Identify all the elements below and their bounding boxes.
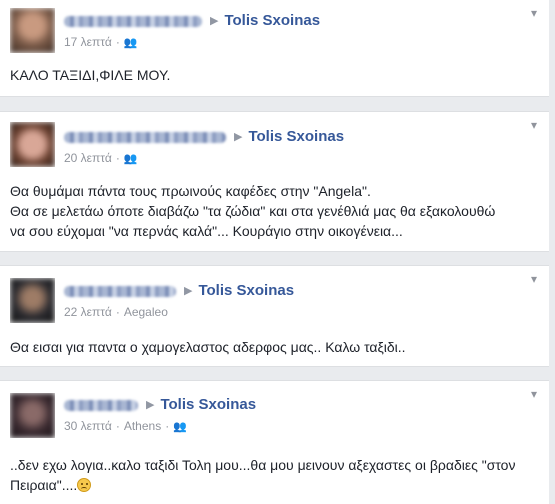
post-meta: 22 λεπτά · Aegaleo: [64, 305, 168, 319]
chevron-down-icon[interactable]: ▾: [531, 6, 537, 20]
location-link[interactable]: Athens: [124, 419, 161, 433]
author-name-redacted[interactable]: [64, 131, 226, 143]
friends-icon[interactable]: 👥: [173, 421, 187, 433]
timestamp-link[interactable]: 30 λεπτά: [64, 419, 112, 433]
location-link[interactable]: Aegaleo: [124, 305, 168, 319]
post-header: ▶ Tolis Sxoinas 17 λεπτά · 👥: [64, 11, 320, 51]
feed-post: ▶ Tolis Sxoinas 20 λεπτά · 👥 ▾ Θα θυμάμαι …: [0, 111, 549, 252]
target-profile-link[interactable]: Tolis Sxoinas: [248, 127, 344, 147]
post-text-line: να σου εύχομαι "να περνάς καλά"... Κουρά…: [10, 223, 403, 239]
post-header: ▶ Tolis Sxoinas 30 λεπτά · Athens · 👥: [64, 395, 256, 435]
chevron-down-icon[interactable]: ▾: [531, 118, 537, 132]
timestamp-link[interactable]: 22 λεπτά: [64, 305, 112, 319]
news-feed: ▶ Tolis Sxoinas 17 λεπτά · 👥 ▾ ΚΑΛΟ ΤΑΞΙΔΙ…: [0, 0, 555, 504]
timestamp-link[interactable]: 17 λεπτά: [64, 35, 112, 49]
post-text-line: Θα σε μελετάω όποτε διαβάζω "τα ζώδια" κ…: [10, 203, 496, 219]
post-text: Θα θυμάμαι πάντα τους πρωινούς καφέδες σ…: [10, 181, 539, 241]
post-text-line: ..δεν εχω λογια..καλο ταξιδι Τολη μου...…: [10, 457, 516, 473]
author-name-redacted[interactable]: [64, 285, 176, 297]
post-text-line: Πειραια"....: [10, 477, 78, 493]
post-text: Θα εισαι για παντα ο χαμογελαστος αδερφο…: [10, 337, 539, 357]
author-name-redacted[interactable]: [64, 399, 138, 411]
timestamp-link[interactable]: 20 λεπτά: [64, 151, 112, 165]
target-profile-link[interactable]: Tolis Sxoinas: [198, 281, 294, 301]
post-text-line: Θα θυμάμαι πάντα τους πρωινούς καφέδες σ…: [10, 183, 371, 199]
post-meta: 20 λεπτά · 👥: [64, 151, 138, 165]
post-text-line: ΚΑΛΟ ΤΑΞΙΔΙ,ΦΙΛΕ ΜΟΥ.: [10, 67, 171, 83]
post-text: ΚΑΛΟ ΤΑΞΙΔΙ,ΦΙΛΕ ΜΟΥ.: [10, 65, 539, 85]
avatar[interactable]: [10, 8, 55, 53]
feed-post: ▶ Tolis Sxoinas 30 λεπτά · Athens · 👥 ▾ ..δε…: [0, 380, 549, 504]
post-header: ▶ Tolis Sxoinas 22 λεπτά · Aegaleo: [64, 281, 294, 321]
arrow-right-icon: ▶: [146, 399, 155, 411]
post-header: ▶ Tolis Sxoinas 20 λεπτά · 👥: [64, 127, 344, 167]
feed-post: ▶ Tolis Sxoinas 22 λεπτά · Aegaleo ▾ Θα ει…: [0, 265, 549, 367]
arrow-right-icon: ▶: [234, 131, 243, 143]
friends-icon[interactable]: 👥: [124, 37, 138, 49]
post-text-line: Θα εισαι για παντα ο χαμογελαστος αδερφο…: [10, 339, 406, 355]
post-meta: 17 λεπτά · 👥: [64, 35, 138, 49]
avatar[interactable]: [10, 393, 55, 438]
friends-icon[interactable]: 👥: [124, 153, 138, 165]
post-meta: 30 λεπτά · Athens · 👥: [64, 419, 187, 433]
chevron-down-icon[interactable]: ▾: [531, 272, 537, 286]
feed-post: ▶ Tolis Sxoinas 17 λεπτά · 👥 ▾ ΚΑΛΟ ΤΑΞΙΔΙ…: [0, 0, 549, 97]
target-profile-link[interactable]: Tolis Sxoinas: [160, 395, 256, 415]
post-text: ..δεν εχω λογια..καλο ταξιδι Τολη μου...…: [10, 455, 539, 495]
author-name-redacted[interactable]: [64, 15, 202, 27]
chevron-down-icon[interactable]: ▾: [531, 387, 537, 401]
arrow-right-icon: ▶: [184, 285, 193, 297]
avatar[interactable]: [10, 122, 55, 167]
arrow-right-icon: ▶: [210, 15, 219, 27]
frown-emoji-icon: [77, 478, 92, 492]
avatar[interactable]: [10, 278, 55, 323]
target-profile-link[interactable]: Tolis Sxoinas: [224, 11, 320, 31]
